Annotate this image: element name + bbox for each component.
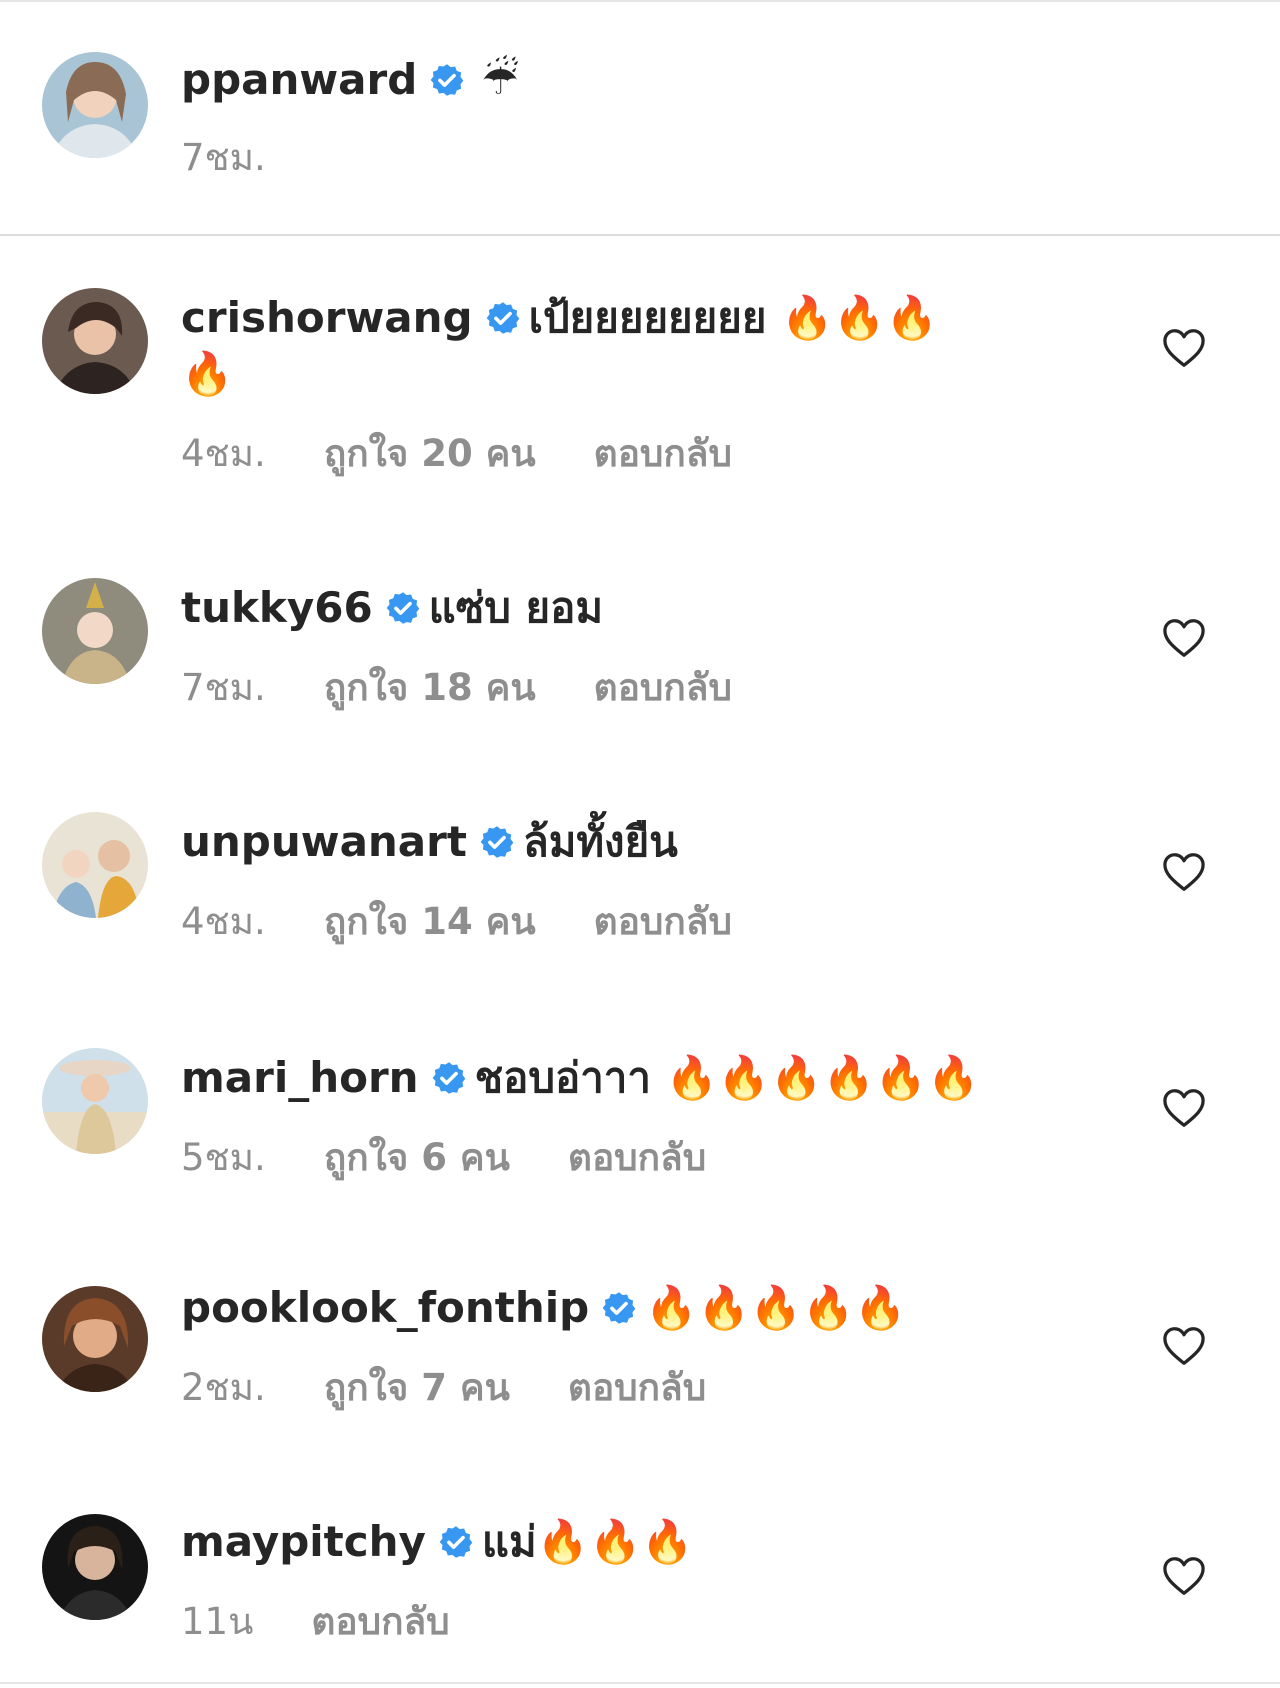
avatar[interactable]	[42, 1514, 148, 1620]
comment-meta: 11น ตอบกลับ	[181, 1598, 450, 1646]
caption-emoji: ☔	[481, 55, 519, 104]
comment-text: 🔥🔥🔥🔥🔥	[645, 1283, 907, 1332]
comment-text: แซ่บ ยอม	[428, 583, 604, 632]
likes-count[interactable]: ถูกใจ 18 คน	[324, 664, 536, 712]
verified-badge-icon	[385, 590, 421, 626]
likes-count[interactable]: ถูกใจ 7 คน	[324, 1364, 510, 1412]
caption-line: ppanward ☔	[181, 52, 519, 108]
verified-badge-icon	[479, 824, 515, 860]
reply-button[interactable]: ตอบกลับ	[568, 1364, 706, 1412]
username[interactable]: crishorwang	[181, 293, 473, 342]
verified-badge-icon	[438, 1524, 474, 1560]
reply-button[interactable]: ตอบกลับ	[311, 1598, 449, 1646]
timestamp: 2ชม.	[181, 1366, 266, 1409]
heart-outline-icon[interactable]	[1162, 1326, 1206, 1366]
comment-meta: 2ชม. ถูกใจ 7 คน ตอบกลับ	[181, 1364, 706, 1412]
caption-meta: 7ชม.	[181, 134, 266, 182]
heart-outline-icon[interactable]	[1162, 618, 1206, 658]
comment-line: mari_horn ชอบอ่าาา 🔥🔥🔥🔥🔥🔥	[181, 1050, 979, 1106]
comment-meta: 4ชม. ถูกใจ 20 คน ตอบกลับ	[181, 430, 732, 478]
comment-line: crishorwang เป้ยยยยยยยย 🔥🔥🔥	[181, 290, 938, 346]
timestamp: 5ชม.	[181, 1136, 266, 1179]
comment-line: pooklook_fonthip 🔥🔥🔥🔥🔥	[181, 1280, 907, 1336]
avatar[interactable]	[42, 812, 148, 918]
verified-badge-icon	[431, 1060, 467, 1096]
likes-count[interactable]: ถูกใจ 20 คน	[324, 430, 536, 478]
timestamp: 4ชม.	[181, 432, 266, 475]
likes-count[interactable]: ถูกใจ 6 คน	[324, 1134, 510, 1182]
comment-line: unpuwanart ล้มทั้งยืน	[181, 814, 678, 870]
comment-text: ล้มทั้งยืน	[522, 817, 678, 866]
username[interactable]: unpuwanart	[181, 817, 467, 866]
heart-outline-icon[interactable]	[1162, 852, 1206, 892]
comments-screen: ppanward ☔ 7ชม. crishorwang เป้ยยยยยยยย 🔥🔥…	[0, 0, 1280, 1688]
comment-meta: 7ชม. ถูกใจ 18 คน ตอบกลับ	[181, 664, 732, 712]
avatar[interactable]	[42, 1286, 148, 1392]
timestamp: 7ชม.	[181, 136, 266, 179]
reply-button[interactable]: ตอบกลับ	[594, 430, 732, 478]
timestamp: 11น	[181, 1600, 254, 1643]
username[interactable]: mari_horn	[181, 1053, 419, 1102]
username[interactable]: maypitchy	[181, 1517, 426, 1566]
bottom-divider	[0, 1682, 1280, 1684]
comment-line: tukky66 แซ่บ ยอม	[181, 580, 603, 636]
reply-button[interactable]: ตอบกลับ	[594, 664, 732, 712]
username[interactable]: ppanward	[181, 55, 417, 104]
heart-outline-icon[interactable]	[1162, 1556, 1206, 1596]
comment-line: maypitchy แม่🔥🔥🔥	[181, 1514, 694, 1570]
avatar[interactable]	[42, 52, 148, 158]
avatar[interactable]	[42, 288, 148, 394]
comment-meta: 5ชม. ถูกใจ 6 คน ตอบกลับ	[181, 1134, 706, 1182]
verified-badge-icon	[485, 300, 521, 336]
timestamp: 4ชม.	[181, 900, 266, 943]
avatar[interactable]	[42, 1048, 148, 1154]
comment-text-continued: 🔥	[181, 349, 234, 398]
avatar[interactable]	[42, 578, 148, 684]
comment-text: เป้ยยยยยยยย 🔥🔥🔥	[528, 293, 938, 342]
verified-badge-icon	[429, 62, 465, 98]
username[interactable]: tukky66	[181, 583, 373, 632]
heart-outline-icon[interactable]	[1162, 1088, 1206, 1128]
reply-button[interactable]: ตอบกลับ	[568, 1134, 706, 1182]
comment-text: ชอบอ่าาา 🔥🔥🔥🔥🔥🔥	[474, 1053, 980, 1102]
comment-meta: 4ชม. ถูกใจ 14 คน ตอบกลับ	[181, 898, 732, 946]
comment-line-continued: 🔥	[181, 346, 233, 402]
comment-text: แม่🔥🔥🔥	[481, 1517, 694, 1566]
username[interactable]: pooklook_fonthip	[181, 1283, 589, 1332]
reply-button[interactable]: ตอบกลับ	[594, 898, 732, 946]
heart-outline-icon[interactable]	[1162, 328, 1206, 368]
timestamp: 7ชม.	[181, 666, 266, 709]
verified-badge-icon	[601, 1290, 637, 1326]
caption-block: ppanward ☔ 7ชม.	[0, 0, 1280, 236]
likes-count[interactable]: ถูกใจ 14 คน	[324, 898, 536, 946]
